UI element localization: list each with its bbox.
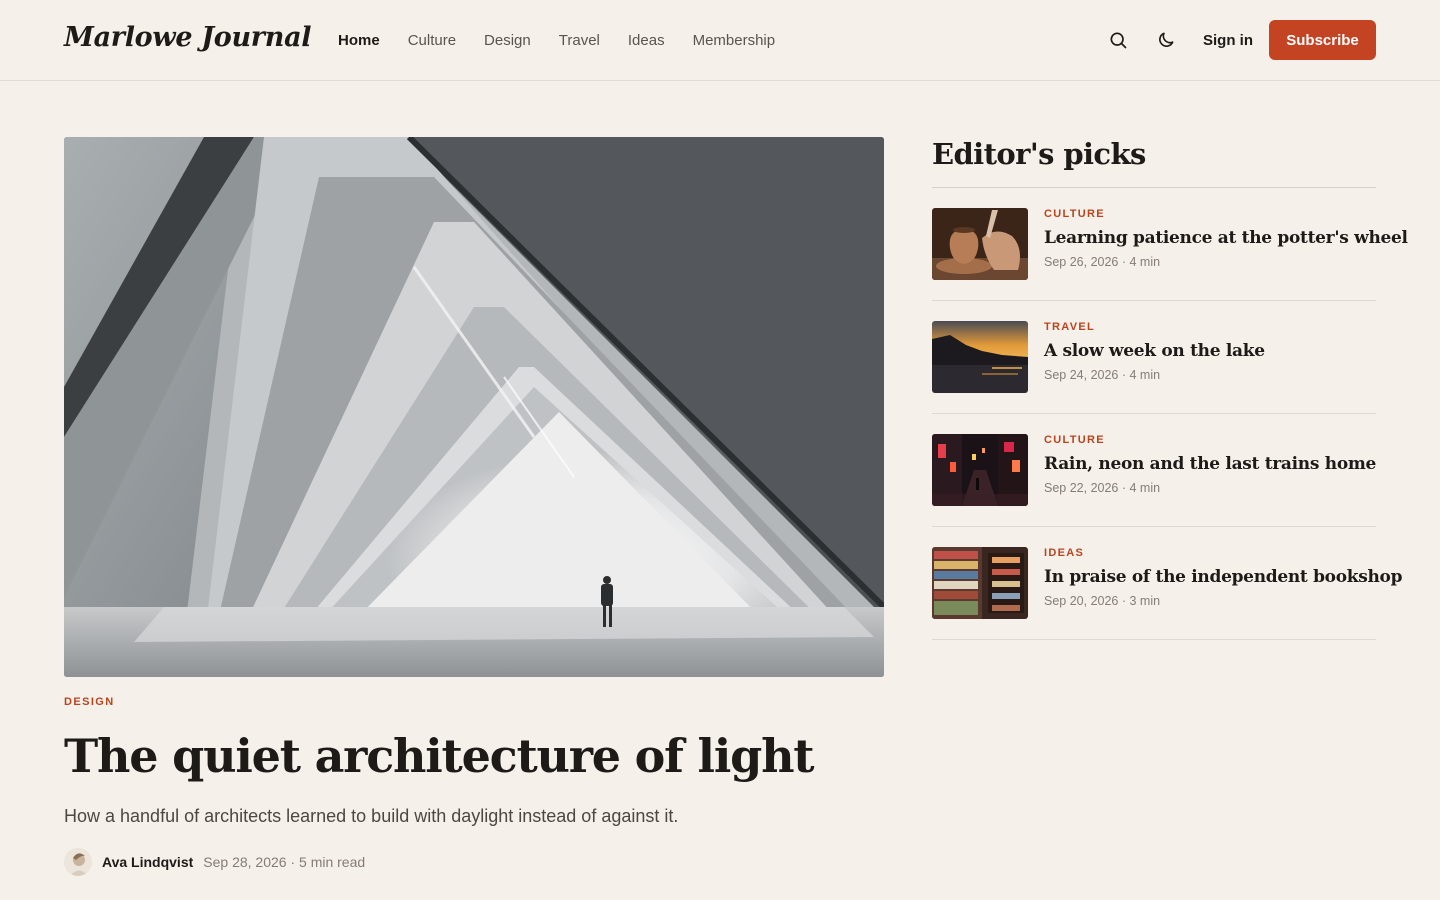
pick-item[interactable]: TRAVEL A slow week on the lake Sep 24, 2…: [932, 301, 1376, 414]
search-button[interactable]: [1106, 28, 1130, 52]
subscribe-button[interactable]: Subscribe: [1269, 20, 1376, 60]
author-avatar[interactable]: [64, 848, 92, 876]
bookshop-image: [932, 547, 1028, 619]
nav-item-design[interactable]: Design: [484, 31, 531, 51]
lake-sunset-image: [932, 321, 1028, 393]
hero-byline: Ava Lindqvist Sep 28, 2026 · 5 min read: [64, 848, 365, 876]
sign-in-link[interactable]: Sign in: [1203, 31, 1253, 51]
nav-item-culture[interactable]: Culture: [408, 31, 456, 51]
author-name[interactable]: Ava Lindqvist: [102, 854, 193, 870]
pick-title[interactable]: A slow week on the lake: [1044, 339, 1376, 363]
avatar-portrait: [64, 848, 92, 876]
pick-meta: Sep 22, 2026 · 4 min: [1044, 481, 1161, 495]
pick-category[interactable]: IDEAS: [1044, 547, 1084, 559]
hero-title[interactable]: The quiet architecture of light: [64, 726, 884, 786]
hero-architecture-illustration: [64, 137, 884, 677]
pick-title[interactable]: In praise of the independent bookshop: [1044, 565, 1402, 589]
pick-category[interactable]: TRAVEL: [1044, 321, 1095, 333]
pick-title[interactable]: Rain, neon and the last trains home: [1044, 452, 1376, 476]
pick-meta: Sep 26, 2026 · 4 min: [1044, 255, 1161, 269]
hero-image[interactable]: [64, 137, 884, 677]
site-header: Marlowe Journal Home Culture Design Trav…: [0, 0, 1440, 81]
pick-meta: Sep 24, 2026 · 4 min: [1044, 368, 1161, 382]
editors-picks-title: Editor's picks: [932, 137, 1146, 171]
hero-category[interactable]: DESIGN: [64, 696, 115, 708]
nav-item-travel[interactable]: Travel: [559, 31, 600, 51]
pick-thumbnail[interactable]: [932, 434, 1028, 506]
search-icon: [1110, 32, 1127, 49]
nav-item-membership[interactable]: Membership: [693, 31, 776, 51]
neon-street-image: [932, 434, 1028, 506]
pick-item[interactable]: IDEAS In praise of the independent books…: [932, 527, 1402, 640]
pick-item[interactable]: CULTURE Learning patience at the potter'…: [932, 188, 1408, 301]
main-nav: Home Culture Design Travel Ideas Members…: [338, 31, 803, 51]
pick-meta: Sep 20, 2026 · 3 min: [1044, 594, 1161, 608]
pick-thumbnail[interactable]: [932, 321, 1028, 393]
pick-thumbnail[interactable]: [932, 208, 1028, 280]
site-logo[interactable]: Marlowe Journal: [64, 22, 312, 53]
theme-toggle-button[interactable]: [1154, 28, 1178, 52]
pick-category[interactable]: CULTURE: [1044, 434, 1105, 446]
pick-item[interactable]: CULTURE Rain, neon and the last trains h…: [932, 414, 1376, 527]
nav-item-ideas[interactable]: Ideas: [628, 31, 665, 51]
nav-item-home[interactable]: Home: [338, 31, 380, 51]
pick-thumbnail[interactable]: [932, 547, 1028, 619]
hero-subtitle: How a handful of architects learned to b…: [64, 806, 679, 826]
hero-meta: Sep 28, 2026 · 5 min read: [203, 854, 366, 870]
pick-category[interactable]: CULTURE: [1044, 208, 1105, 220]
pick-title[interactable]: Learning patience at the potter's wheel: [1044, 226, 1408, 250]
pottery-image: [932, 208, 1028, 280]
moon-icon: [1159, 32, 1174, 47]
